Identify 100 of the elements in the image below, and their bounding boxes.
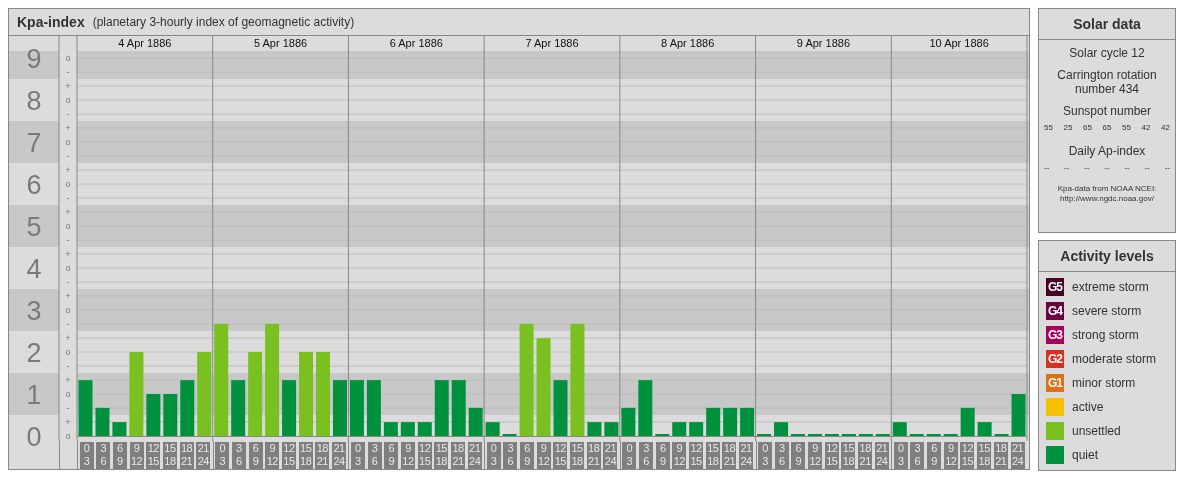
ap-index-value: -- (1084, 163, 1090, 172)
time-slot-label: 18 21 (586, 442, 601, 469)
day-label: 10 Apr 1886 (929, 37, 989, 49)
y-tick-mark: o (65, 221, 71, 232)
time-slot-label: 3 6 (503, 442, 518, 469)
time-slot-label: 18 21 (179, 442, 194, 469)
time-slot-label: 21 24 (874, 442, 889, 469)
y-axis-label: 4 (26, 254, 42, 285)
kp-bar (774, 422, 789, 436)
time-slot-label: 21 24 (739, 442, 754, 469)
y-tick-mark: - (66, 235, 70, 246)
kp-bar (485, 422, 500, 436)
time-slot-label: 12 15 (824, 442, 839, 469)
source-link[interactable]: http://www.ngdc.noaa.gov/ (1060, 194, 1154, 204)
kp-bar (706, 407, 721, 436)
panel-title: Activity levels (1039, 241, 1175, 272)
y-tick-mark: o (65, 347, 71, 357)
time-slot-label: 15 18 (434, 442, 449, 469)
kp-bar (349, 380, 364, 436)
kp-bar (977, 422, 992, 436)
time-slot-label: 21 24 (196, 442, 211, 469)
sunspot-value: 55 (1044, 123, 1053, 132)
y-tick-mark: + (65, 291, 71, 302)
kp-bar (434, 380, 449, 436)
data-source: Kpa-data from NOAA NCEI: (1057, 184, 1157, 194)
time-slot-label: 3 6 (639, 442, 653, 469)
level-swatch: G5 (1046, 278, 1064, 296)
level-swatch: G4 (1046, 302, 1064, 320)
level-label: severe storm (1072, 304, 1142, 318)
time-slot-label: 12 15 (960, 442, 975, 469)
time-slot-label: 3 6 (96, 442, 111, 469)
y-axis-label: 0 (26, 422, 42, 452)
kp-bar (78, 380, 93, 436)
time-slot-label: 0 3 (486, 442, 501, 469)
kp-bar (621, 407, 636, 436)
chart-title: Kpa-index (17, 14, 85, 30)
carrington-rotation: Carrington rotation number 434 (1056, 68, 1158, 96)
kp-bar (553, 380, 568, 436)
y-axis-label: 7 (26, 128, 42, 159)
kp-bar (383, 422, 398, 436)
y-tick-mark: o (65, 179, 71, 190)
time-slot-label: 12 15 (281, 442, 296, 469)
time-slot-label: 0 3 (893, 442, 908, 469)
time-slot-label: 18 21 (315, 442, 330, 469)
time-slot-label: 21 24 (467, 442, 482, 469)
y-tick-mark: - (66, 277, 70, 288)
time-slot-label: 9 12 (265, 442, 280, 469)
day-label: 6 Apr 1886 (389, 37, 443, 49)
y-tick-mark: + (65, 333, 71, 343)
y-tick-mark: + (65, 165, 71, 176)
level-label: active (1072, 400, 1104, 414)
kp-bar (163, 394, 178, 436)
time-slot-label: 15 18 (705, 442, 720, 469)
time-slot-label: 15 18 (841, 442, 856, 469)
y-tick-mark: o (65, 305, 71, 316)
level-swatch: G2 (1046, 350, 1064, 368)
sunspot-value: 25 (1063, 123, 1073, 132)
y-tick-mark: + (65, 81, 71, 92)
kp-bar (282, 380, 297, 436)
level-label: extreme storm (1072, 280, 1149, 294)
y-tick-mark: - (66, 193, 70, 204)
time-slot-label: 9 12 (808, 442, 823, 469)
time-slot-label: 6 9 (520, 442, 534, 469)
kp-bar (468, 407, 483, 436)
time-slot-label: 12 15 (146, 442, 161, 469)
panel-title: Solar data (1039, 9, 1175, 40)
kp-bar (366, 380, 381, 436)
kp-bar (451, 380, 466, 436)
kp-bar (638, 380, 653, 436)
sunspot-value: 42 (1161, 123, 1170, 132)
time-slot-label: 9 12 (943, 442, 958, 469)
ap-index-value: -- (1044, 163, 1050, 172)
level-label: strong storm (1072, 328, 1139, 342)
day-label: 5 Apr 1886 (253, 37, 308, 49)
kp-bar (672, 422, 687, 436)
y-tick-mark: + (65, 417, 71, 427)
kp-bar (723, 407, 738, 436)
kp-bar (892, 422, 907, 436)
kp-bar (740, 407, 755, 436)
kp-bar (112, 422, 127, 436)
time-slot-label: 21 24 (1010, 442, 1025, 469)
time-slot-label: 18 21 (451, 442, 466, 469)
time-slot-label: 9 12 (536, 442, 551, 469)
kp-bar (604, 422, 619, 436)
time-slot-label: 21 24 (332, 442, 346, 469)
y-axis-label: 5 (26, 212, 42, 243)
time-slot-label: 15 18 (298, 442, 313, 469)
y-tick-mark: - (66, 151, 70, 162)
time-slot-label: 21 24 (603, 442, 618, 469)
y-tick-mark: o (65, 431, 71, 441)
chart-subtitle: (planetary 3-hourly index of geomagnetic activity) (92, 15, 355, 29)
sunspot-label: Sunspot number (1061, 104, 1153, 118)
time-slot-label: 0 3 (79, 442, 94, 469)
ap-index-value: -- (1124, 163, 1130, 172)
day-label: 4 Apr 1886 (118, 37, 172, 49)
ap-index-value: -- (1104, 163, 1110, 172)
kp-bar (231, 380, 246, 436)
sunspot-value: 65 (1102, 123, 1112, 132)
level-label: quiet (1072, 448, 1099, 462)
day-label: 9 Apr 1886 (796, 37, 851, 49)
